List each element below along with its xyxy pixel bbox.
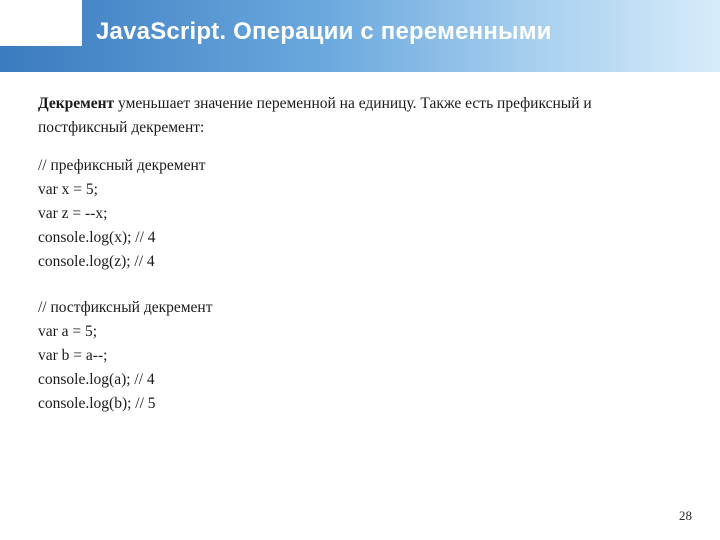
spacer — [38, 274, 682, 296]
logo-placeholder — [0, 0, 82, 46]
slide-header: JavaScript. Операции с переменными — [0, 0, 720, 72]
code-line: console.log(z); // 4 — [38, 250, 682, 274]
code-block-postfix: // постфиксный декремент var a = 5; var … — [38, 296, 682, 416]
slide: JavaScript. Операции с переменными Декре… — [0, 0, 720, 540]
page-number: 28 — [679, 508, 692, 524]
code-line: console.log(x); // 4 — [38, 226, 682, 250]
code-comment: // префиксный декремент — [38, 154, 682, 178]
code-comment: // постфиксный декремент — [38, 296, 682, 320]
intro-rest: уменьшает значение переменной на единицу… — [38, 95, 592, 136]
code-line: var z = --x; — [38, 202, 682, 226]
code-line: var x = 5; — [38, 178, 682, 202]
code-line: console.log(b); // 5 — [38, 392, 682, 416]
slide-body: Декремент уменьшает значение переменной … — [38, 92, 682, 416]
code-line: var b = a--; — [38, 344, 682, 368]
code-line: console.log(a); // 4 — [38, 368, 682, 392]
intro-term: Декремент — [38, 95, 114, 112]
slide-title: JavaScript. Операции с переменными — [96, 18, 552, 46]
intro-paragraph: Декремент уменьшает значение переменной … — [38, 92, 682, 140]
header-inner: JavaScript. Операции с переменными — [0, 0, 720, 72]
code-line: var a = 5; — [38, 320, 682, 344]
code-block-prefix: // префиксный декремент var x = 5; var z… — [38, 154, 682, 274]
